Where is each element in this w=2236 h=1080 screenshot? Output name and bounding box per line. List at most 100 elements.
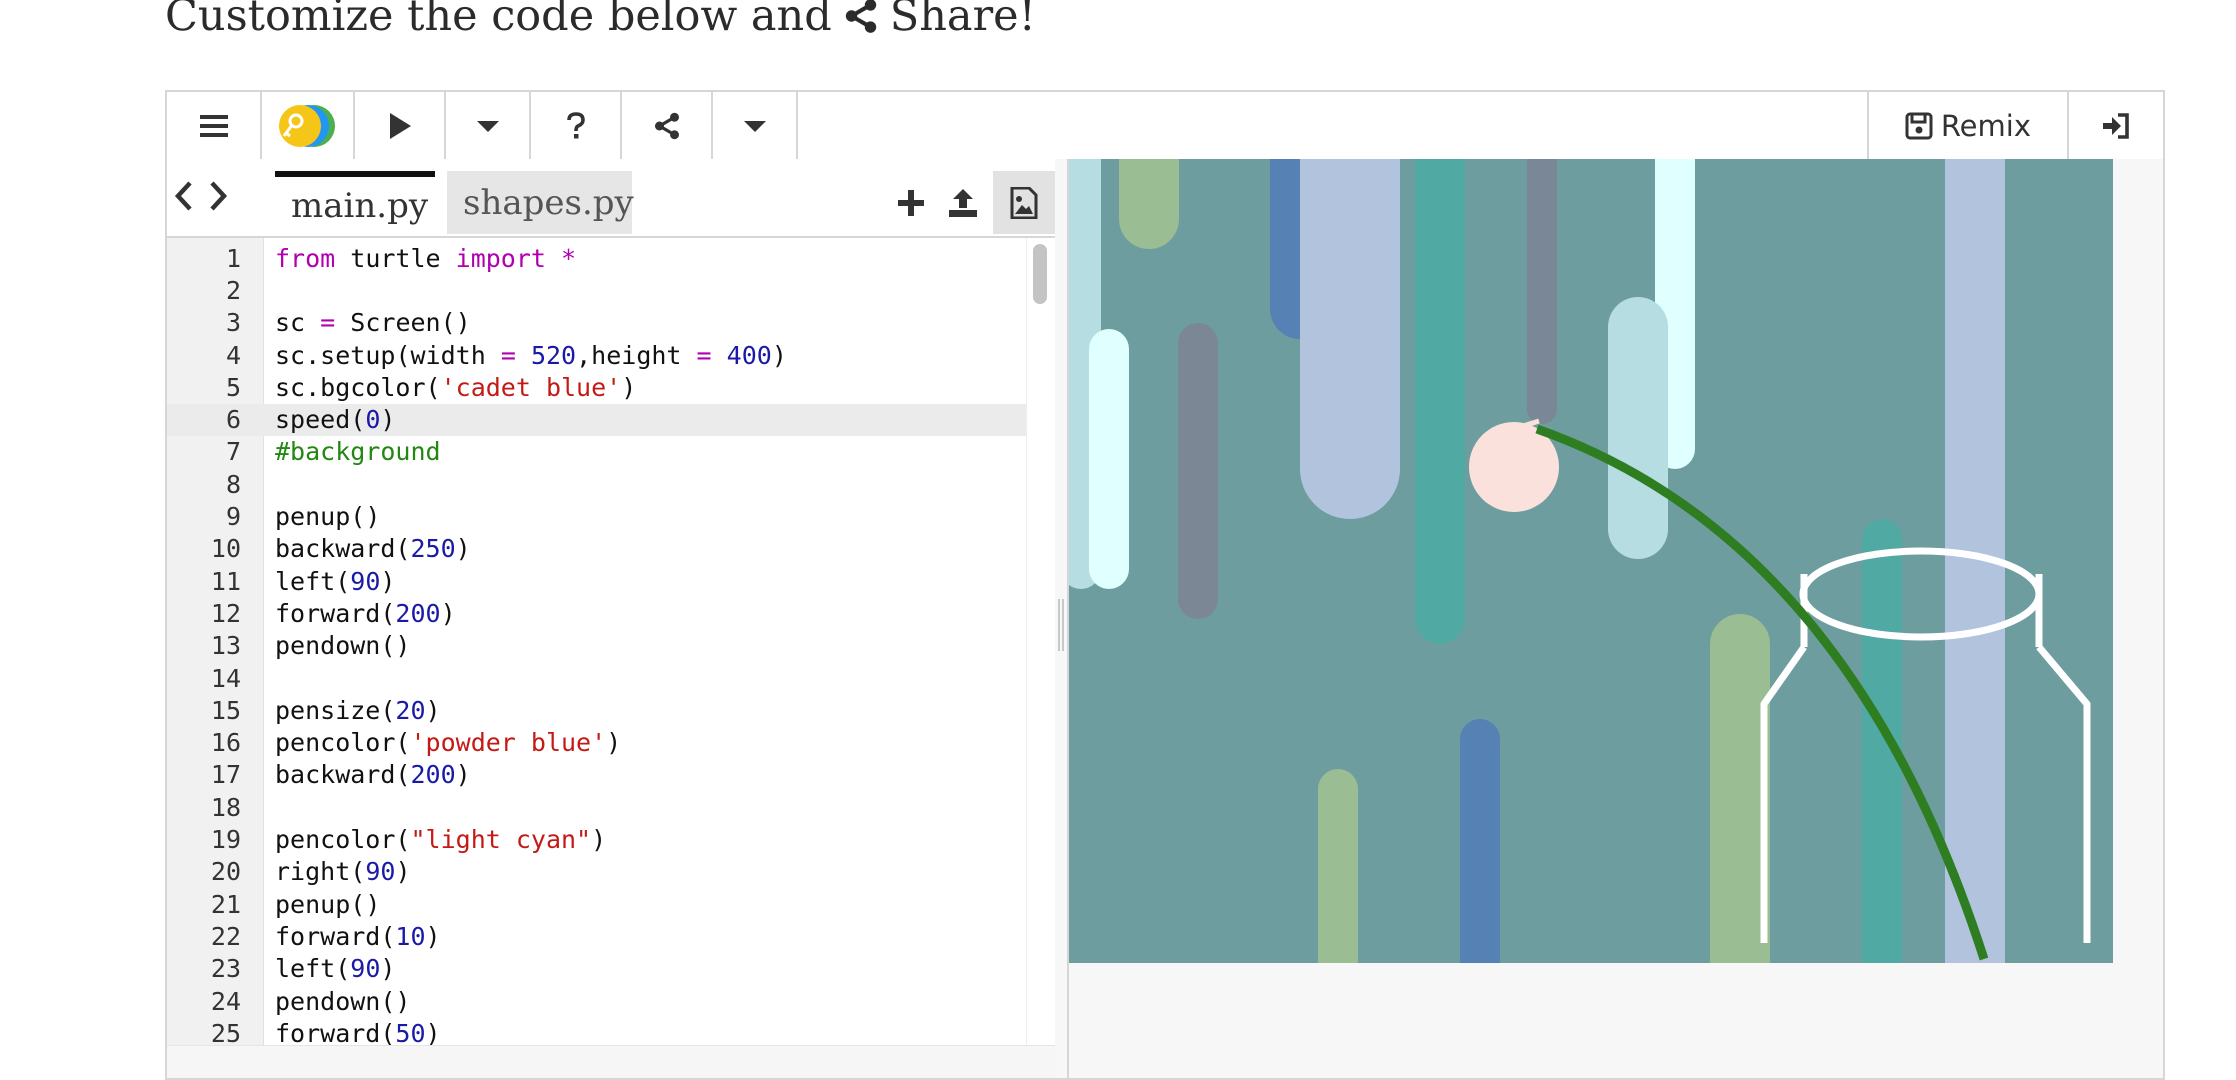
play-icon	[389, 112, 411, 139]
chevron-right-icon[interactable]	[207, 179, 229, 213]
line-number: 14	[210, 663, 241, 693]
line-number: 23	[210, 954, 241, 984]
upload-file-button[interactable]	[937, 171, 989, 234]
code-line[interactable]: 25 forward(50)	[167, 1017, 1027, 1046]
code-line[interactable]: 22 forward(10)	[167, 920, 1027, 952]
code-line[interactable]: 20 right(90)	[167, 856, 1027, 888]
code-line[interactable]: 10 backward(250)	[167, 533, 1027, 565]
image-icon	[1010, 186, 1038, 219]
menu-button[interactable]	[167, 92, 262, 159]
code-line[interactable]: 4 sc.setup(width = 520,height = 400)	[167, 339, 1027, 371]
line-number: 6	[225, 405, 241, 435]
turtle-canvas	[1069, 159, 2113, 963]
line-number: 7	[225, 437, 241, 467]
code-text: penup()	[275, 502, 381, 532]
line-number: 25	[210, 1018, 241, 1046]
remix-label: Remix	[1940, 108, 2031, 143]
remix-button[interactable]: Remix	[1866, 92, 2067, 159]
code-line[interactable]: 6 speed(0)	[167, 403, 1027, 436]
code-area[interactable]: 1 from turtle import * 2 3 sc = Screen() 4 sc.…	[167, 238, 1027, 1046]
code-line[interactable]: 8	[167, 468, 1027, 500]
output-panel	[1069, 159, 2163, 1078]
caret-down-icon	[476, 120, 499, 132]
code-line[interactable]: 13 pendown()	[167, 630, 1027, 662]
code-text: sc.setup(width = 520,height = 400)	[275, 340, 787, 370]
code-text: from turtle import *	[275, 243, 577, 273]
line-number: 12	[210, 598, 241, 628]
tab-shapes-py[interactable]: shapes.py	[447, 171, 634, 234]
code-text: pencolor('powder blue')	[275, 728, 622, 758]
help-button[interactable]	[531, 92, 622, 159]
code-line[interactable]: 3 sc = Screen()	[167, 307, 1027, 339]
code-line[interactable]: 1 from turtle import *	[167, 242, 1027, 274]
line-number: 8	[225, 469, 241, 499]
add-file-button[interactable]	[885, 171, 937, 234]
code-line[interactable]: 11 left(90)	[167, 565, 1027, 597]
line-number: 3	[225, 308, 241, 338]
code-editor-panel: main.py shapes.py 1 from turtle import *…	[167, 159, 1057, 1078]
run-options-dropdown[interactable]	[446, 92, 531, 159]
share-options-dropdown[interactable]	[713, 92, 798, 159]
line-number: 4	[225, 340, 241, 370]
login-button[interactable]	[2067, 92, 2163, 159]
question-icon	[566, 111, 585, 138]
line-number: 22	[210, 921, 241, 951]
images-button[interactable]	[993, 171, 1055, 234]
share-icon	[654, 112, 679, 139]
code-line[interactable]: 21 penup()	[167, 888, 1027, 920]
code-line[interactable]: 24 pendown()	[167, 985, 1027, 1017]
code-text: forward(200)	[275, 598, 456, 628]
upload-icon	[949, 188, 977, 217]
sign-in-icon	[2103, 112, 2129, 139]
line-number: 5	[225, 372, 241, 402]
resize-grip[interactable]	[1058, 599, 1064, 651]
line-number: 21	[210, 889, 241, 919]
file-tab-bar: main.py shapes.py	[167, 159, 1055, 238]
trinket-logo-button[interactable]	[262, 92, 355, 159]
line-number: 10	[210, 534, 241, 564]
run-button[interactable]	[355, 92, 446, 159]
code-line[interactable]: 5 sc.bgcolor('cadet blue')	[167, 371, 1027, 403]
code-text: backward(200)	[275, 760, 471, 790]
code-line[interactable]: 19 pencolor("light cyan")	[167, 823, 1027, 855]
code-line[interactable]: 12 forward(200)	[167, 597, 1027, 629]
tab-main-py[interactable]: main.py	[275, 171, 435, 234]
share-button[interactable]	[622, 92, 713, 159]
code-text: left(90)	[275, 954, 396, 984]
share-icon	[845, 0, 876, 33]
heading-text-after: Share!	[889, 0, 1036, 41]
heading-text-before: Customize the code below and	[165, 0, 832, 41]
code-text: sc.bgcolor('cadet blue')	[275, 372, 637, 402]
code-text: #background	[275, 437, 441, 467]
horizontal-scrollbar[interactable]	[167, 1045, 1055, 1078]
line-number: 19	[210, 825, 241, 855]
code-text: backward(250)	[275, 534, 471, 564]
line-number: 24	[210, 986, 241, 1016]
line-number: 15	[210, 695, 241, 725]
panel-resize-handle[interactable]	[1055, 159, 1069, 1078]
line-number: 1	[225, 243, 241, 273]
scrollbar-thumb[interactable]	[1033, 244, 1047, 304]
code-line[interactable]: 15 pensize(20)	[167, 694, 1027, 726]
code-line[interactable]: 18	[167, 791, 1027, 823]
line-number: 18	[210, 792, 241, 822]
code-line[interactable]: 14	[167, 662, 1027, 694]
trinket-embed: Remix main.py shapes.py 1 from turtle im…	[165, 90, 2165, 1080]
vertical-scrollbar[interactable]	[1026, 238, 1055, 1046]
toolbar: Remix	[167, 92, 2163, 161]
code-text: pendown()	[275, 631, 411, 661]
code-line[interactable]: 23 left(90)	[167, 953, 1027, 985]
code-line[interactable]: 2	[167, 274, 1027, 306]
code-text: penup()	[275, 889, 381, 919]
chevron-left-icon[interactable]	[173, 179, 195, 213]
code-line[interactable]: 7 #background	[167, 436, 1027, 468]
code-text: pendown()	[275, 986, 411, 1016]
page-heading: Customize the code below and Share!	[165, 0, 1036, 46]
code-line[interactable]: 17 backward(200)	[167, 759, 1027, 791]
code-line[interactable]: 16 pencolor('powder blue')	[167, 727, 1027, 759]
code-text: left(90)	[275, 566, 396, 596]
line-number: 2	[225, 275, 241, 305]
line-number: 9	[225, 502, 241, 532]
code-line[interactable]: 9 penup()	[167, 500, 1027, 532]
line-number: 13	[210, 631, 241, 661]
